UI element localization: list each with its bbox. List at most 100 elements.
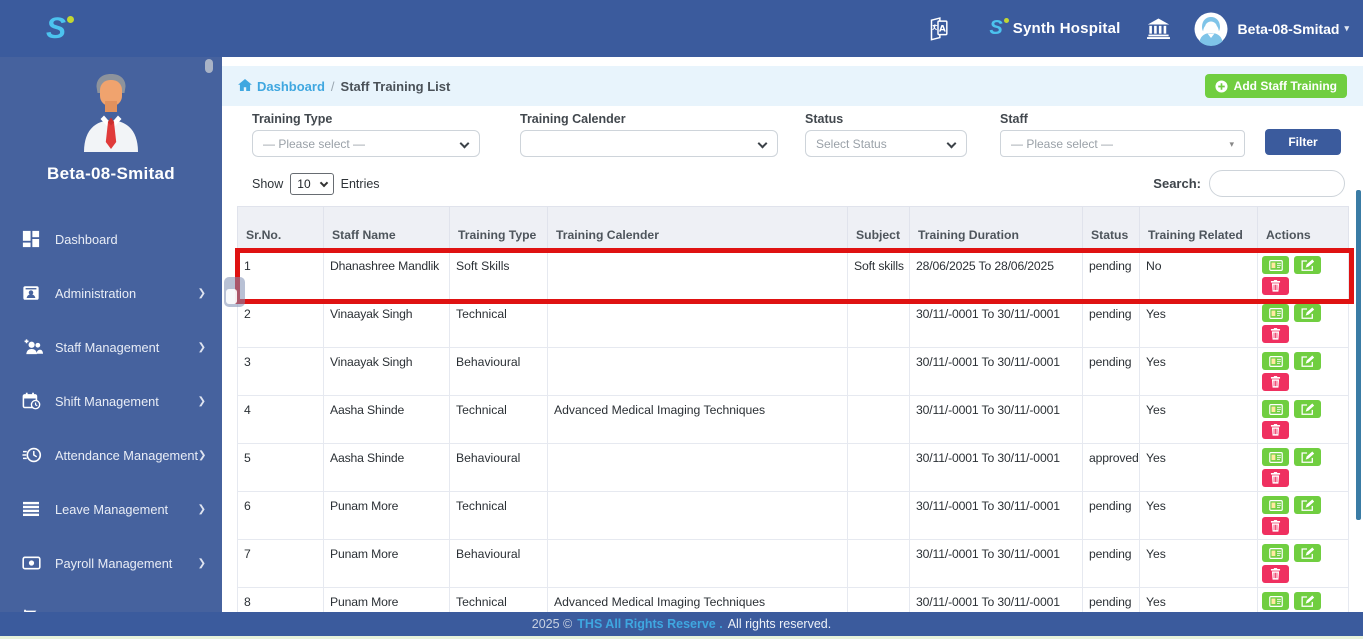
floating-handle[interactable] <box>224 277 245 307</box>
language-icon[interactable]: A <box>925 16 951 42</box>
cell-related: Yes <box>1140 540 1258 588</box>
sidebar-item-dashboard[interactable]: Dashboard <box>0 212 222 266</box>
sidebar-item-attendance-management[interactable]: Attendance Management❯ <box>0 428 222 482</box>
edit-icon <box>1301 355 1314 367</box>
training-type-select[interactable]: — Please select — <box>252 130 480 157</box>
delete-button[interactable] <box>1262 421 1289 439</box>
delete-button[interactable] <box>1262 517 1289 535</box>
breadcrumb-home-link[interactable]: Dashboard <box>238 79 325 94</box>
sidebar-item-staff-management[interactable]: Staff Management❯ <box>0 320 222 374</box>
edit-button[interactable] <box>1294 448 1321 466</box>
status-select[interactable]: Select Status <box>805 130 967 157</box>
sidebar-item-payroll-management[interactable]: Payroll Management❯ <box>0 536 222 590</box>
table-header-row: Sr.No.Staff NameTraining TypeTraining Ca… <box>238 207 1349 252</box>
filter-button[interactable]: Filter <box>1265 129 1341 155</box>
view-button[interactable] <box>1262 352 1289 370</box>
staff-training-table-wrap: Sr.No.Staff NameTraining TypeTraining Ca… <box>237 206 1348 636</box>
cell-subject <box>848 348 910 396</box>
edit-icon <box>1301 451 1314 463</box>
cell-status: pending <box>1083 540 1140 588</box>
cell-type: Technical <box>450 396 548 444</box>
edit-button[interactable] <box>1294 256 1321 274</box>
view-button[interactable] <box>1262 400 1289 418</box>
table-row: 2Vinaayak SinghTechnical30/11/-0001 To 3… <box>238 300 1349 348</box>
edit-icon <box>1301 403 1314 415</box>
selected-value: Select Status <box>816 137 887 151</box>
sidebar-item-label: Payroll Management <box>55 556 172 571</box>
delete-button[interactable] <box>1262 469 1289 487</box>
cell-actions <box>1258 300 1349 348</box>
view-button[interactable] <box>1262 448 1289 466</box>
page-scrollbar-thumb[interactable] <box>1356 190 1361 520</box>
clock-icon <box>22 446 44 464</box>
filter-label: Training Type <box>252 112 480 126</box>
cell-related: Yes <box>1140 348 1258 396</box>
cell-calender <box>548 252 848 300</box>
column-header-training-calender: Training Calender <box>548 207 848 252</box>
user-avatar[interactable] <box>1194 12 1228 46</box>
sidebar-item-shift-management[interactable]: Shift Management❯ <box>0 374 222 428</box>
chevron-down-icon <box>758 139 768 149</box>
add-staff-training-label: Add Staff Training <box>1234 79 1337 93</box>
cell-related: Yes <box>1140 492 1258 540</box>
user-plus-icon <box>22 339 44 355</box>
view-button[interactable] <box>1262 496 1289 514</box>
edit-icon <box>1301 259 1314 271</box>
edit-button[interactable] <box>1294 592 1321 610</box>
calendar-clock-icon <box>22 392 44 410</box>
view-button[interactable] <box>1262 256 1289 274</box>
column-header-training-type: Training Type <box>450 207 548 252</box>
view-button[interactable] <box>1262 304 1289 322</box>
delete-button[interactable] <box>1262 277 1289 295</box>
list-icon <box>22 501 44 517</box>
edit-icon <box>1301 307 1314 319</box>
edit-button[interactable] <box>1294 496 1321 514</box>
delete-button[interactable] <box>1262 373 1289 391</box>
app-logo[interactable]: S <box>46 14 66 44</box>
edit-button[interactable] <box>1294 304 1321 322</box>
card-icon <box>1269 548 1283 559</box>
sidebar-item-label: Dashboard <box>55 232 118 247</box>
filter-status: Status Select Status <box>805 106 967 157</box>
add-staff-training-button[interactable]: Add Staff Training <box>1205 74 1347 98</box>
search-input[interactable] <box>1209 170 1345 197</box>
cell-actions <box>1258 252 1349 300</box>
cell-actions <box>1258 396 1349 444</box>
chevron-right-icon: ❯ <box>198 450 206 461</box>
table-row: 5Aasha ShindeBehavioural30/11/-0001 To 3… <box>238 444 1349 492</box>
edit-button[interactable] <box>1294 352 1321 370</box>
delete-button[interactable] <box>1262 565 1289 583</box>
edit-button[interactable] <box>1294 544 1321 562</box>
brand-s-icon[interactable]: S <box>989 17 1002 40</box>
trash-icon <box>1270 424 1281 436</box>
hospital-name: Synth Hospital <box>1013 20 1121 37</box>
cell-calender <box>548 492 848 540</box>
sidebar-menu: Dashboard Administration❯Staff Management… <box>0 212 222 639</box>
staff-select[interactable]: — Please select — ▾ <box>1000 130 1245 157</box>
column-header-sr-no-: Sr.No. <box>238 207 324 252</box>
sidebar-item-leave-management[interactable]: Leave Management❯ <box>0 482 222 536</box>
cell-duration: 30/11/-0001 To 30/11/-0001 <box>910 300 1083 348</box>
edit-button[interactable] <box>1294 400 1321 418</box>
column-header-training-related: Training Related <box>1140 207 1258 252</box>
entries-per-page-select[interactable]: 10 <box>290 173 333 195</box>
user-menu[interactable]: Beta-08-Smitad ▾ <box>1238 21 1349 37</box>
footer-link[interactable]: THS All Rights Reserve . <box>577 617 722 631</box>
bank-icon[interactable] <box>1147 18 1170 39</box>
sidebar-item-administration[interactable]: Administration❯ <box>0 266 222 320</box>
sidebar-scrollbar-thumb[interactable] <box>205 59 213 73</box>
sidebar-profile: Beta-08-Smitad <box>0 57 222 184</box>
cell-staff: Dhanashree Mandlik <box>324 252 450 300</box>
cell-staff: Vinaayak Singh <box>324 348 450 396</box>
delete-button[interactable] <box>1262 325 1289 343</box>
view-button[interactable] <box>1262 592 1289 610</box>
table-row: 7Punam MoreBehavioural30/11/-0001 To 30/… <box>238 540 1349 588</box>
training-calender-select[interactable] <box>520 130 778 157</box>
cell-duration: 28/06/2025 To 28/06/2025 <box>910 252 1083 300</box>
view-button[interactable] <box>1262 544 1289 562</box>
main-content: Dashboard / Staff Training List Add Staf… <box>222 57 1363 639</box>
filter-panel: Training Type — Please select — Training… <box>222 106 1363 164</box>
staff-training-table: Sr.No.Staff NameTraining TypeTraining Ca… <box>237 206 1349 636</box>
selected-value: — Please select — <box>1011 137 1113 151</box>
cell-status: pending <box>1083 300 1140 348</box>
